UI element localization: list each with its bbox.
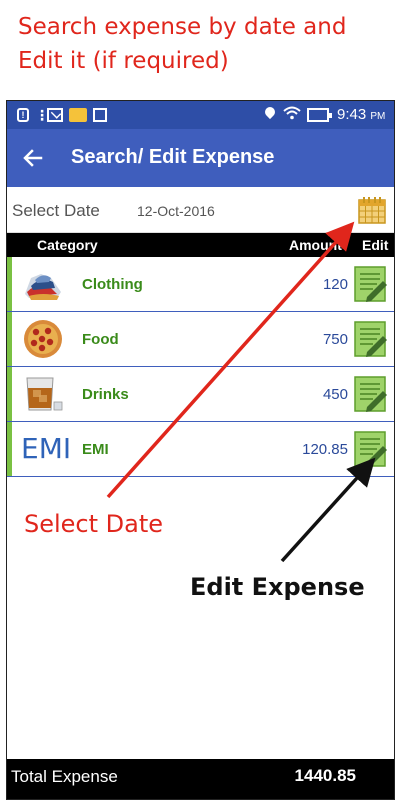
wifi-icon xyxy=(283,106,301,122)
total-value: 1440.85 xyxy=(294,766,356,785)
expense-category: Drinks xyxy=(82,386,129,403)
annotation-select-date: Select Date xyxy=(24,510,164,538)
expense-row[interactable]: EMI EMI 120.85 xyxy=(7,422,394,477)
pizza-icon xyxy=(21,319,65,359)
expense-amount: 450 xyxy=(322,386,348,403)
select-date-label: Select Date xyxy=(12,201,100,220)
row-accent-bar xyxy=(7,422,12,476)
status-bar: ! ⋮ 9:43 PM xyxy=(7,101,394,129)
edit-icon[interactable] xyxy=(353,375,389,413)
expense-row[interactable]: Drinks 450 xyxy=(7,367,394,422)
expense-amount: 750 xyxy=(322,331,348,348)
header-category: Category xyxy=(37,237,98,253)
battery-icon xyxy=(307,108,332,122)
mail-icon xyxy=(47,108,63,122)
total-label: Total Expense xyxy=(11,767,118,786)
expense-row[interactable]: Clothing 120 xyxy=(7,257,394,312)
date-filter-row: Select Date 12-Oct-2016 xyxy=(7,187,394,233)
headline: Search expense by date and Edit it (if r… xyxy=(18,10,398,78)
row-accent-bar xyxy=(7,367,12,421)
selected-date-value[interactable]: 12-Oct-2016 xyxy=(137,203,215,219)
folder-icon xyxy=(69,108,87,122)
headline-line-2: Edit it (if required) xyxy=(18,48,229,74)
total-footer: Total Expense 1440.85 xyxy=(7,759,394,799)
expense-category: Food xyxy=(82,331,119,348)
more-dots-icon: ⋮ xyxy=(35,107,49,123)
expense-row[interactable]: Food 750 xyxy=(7,312,394,367)
annotation-edit-expense: Edit Expense xyxy=(190,573,365,601)
expense-list: Clothing 120 Food 750 Drinks 450 EMI EMI… xyxy=(7,257,394,477)
edit-icon[interactable] xyxy=(353,430,389,468)
expense-category: Clothing xyxy=(82,276,143,293)
location-icon xyxy=(265,107,275,121)
image-icon xyxy=(93,108,107,122)
emi-icon: EMI xyxy=(21,432,72,465)
expense-amount: 120 xyxy=(322,276,348,293)
header-amount: Amount xyxy=(289,237,342,253)
clothing-icon xyxy=(21,264,65,304)
alert-icon: ! xyxy=(17,108,29,122)
expense-amount: 120.85 xyxy=(302,441,348,458)
edit-icon[interactable] xyxy=(353,265,389,303)
status-ampm: PM xyxy=(370,111,386,122)
calendar-icon[interactable] xyxy=(357,195,387,225)
row-accent-bar xyxy=(7,312,12,366)
page-title: Search/ Edit Expense xyxy=(71,146,275,168)
app-bar: Search/ Edit Expense xyxy=(7,129,394,187)
table-header: Category Amount Edit xyxy=(7,233,394,257)
status-time-value: 9:43 xyxy=(337,106,367,123)
phone-screen: ! ⋮ 9:43 PM Search/ Edit Expense Select … xyxy=(6,100,395,800)
drink-glass-icon xyxy=(21,374,65,414)
arrow-left-icon[interactable] xyxy=(21,143,51,173)
edit-icon[interactable] xyxy=(353,320,389,358)
status-time: 9:43 PM xyxy=(337,106,385,123)
header-edit: Edit xyxy=(362,237,389,253)
headline-line-1: Search expense by date and xyxy=(18,14,347,40)
expense-category: EMI xyxy=(82,441,109,458)
row-accent-bar xyxy=(7,257,12,311)
